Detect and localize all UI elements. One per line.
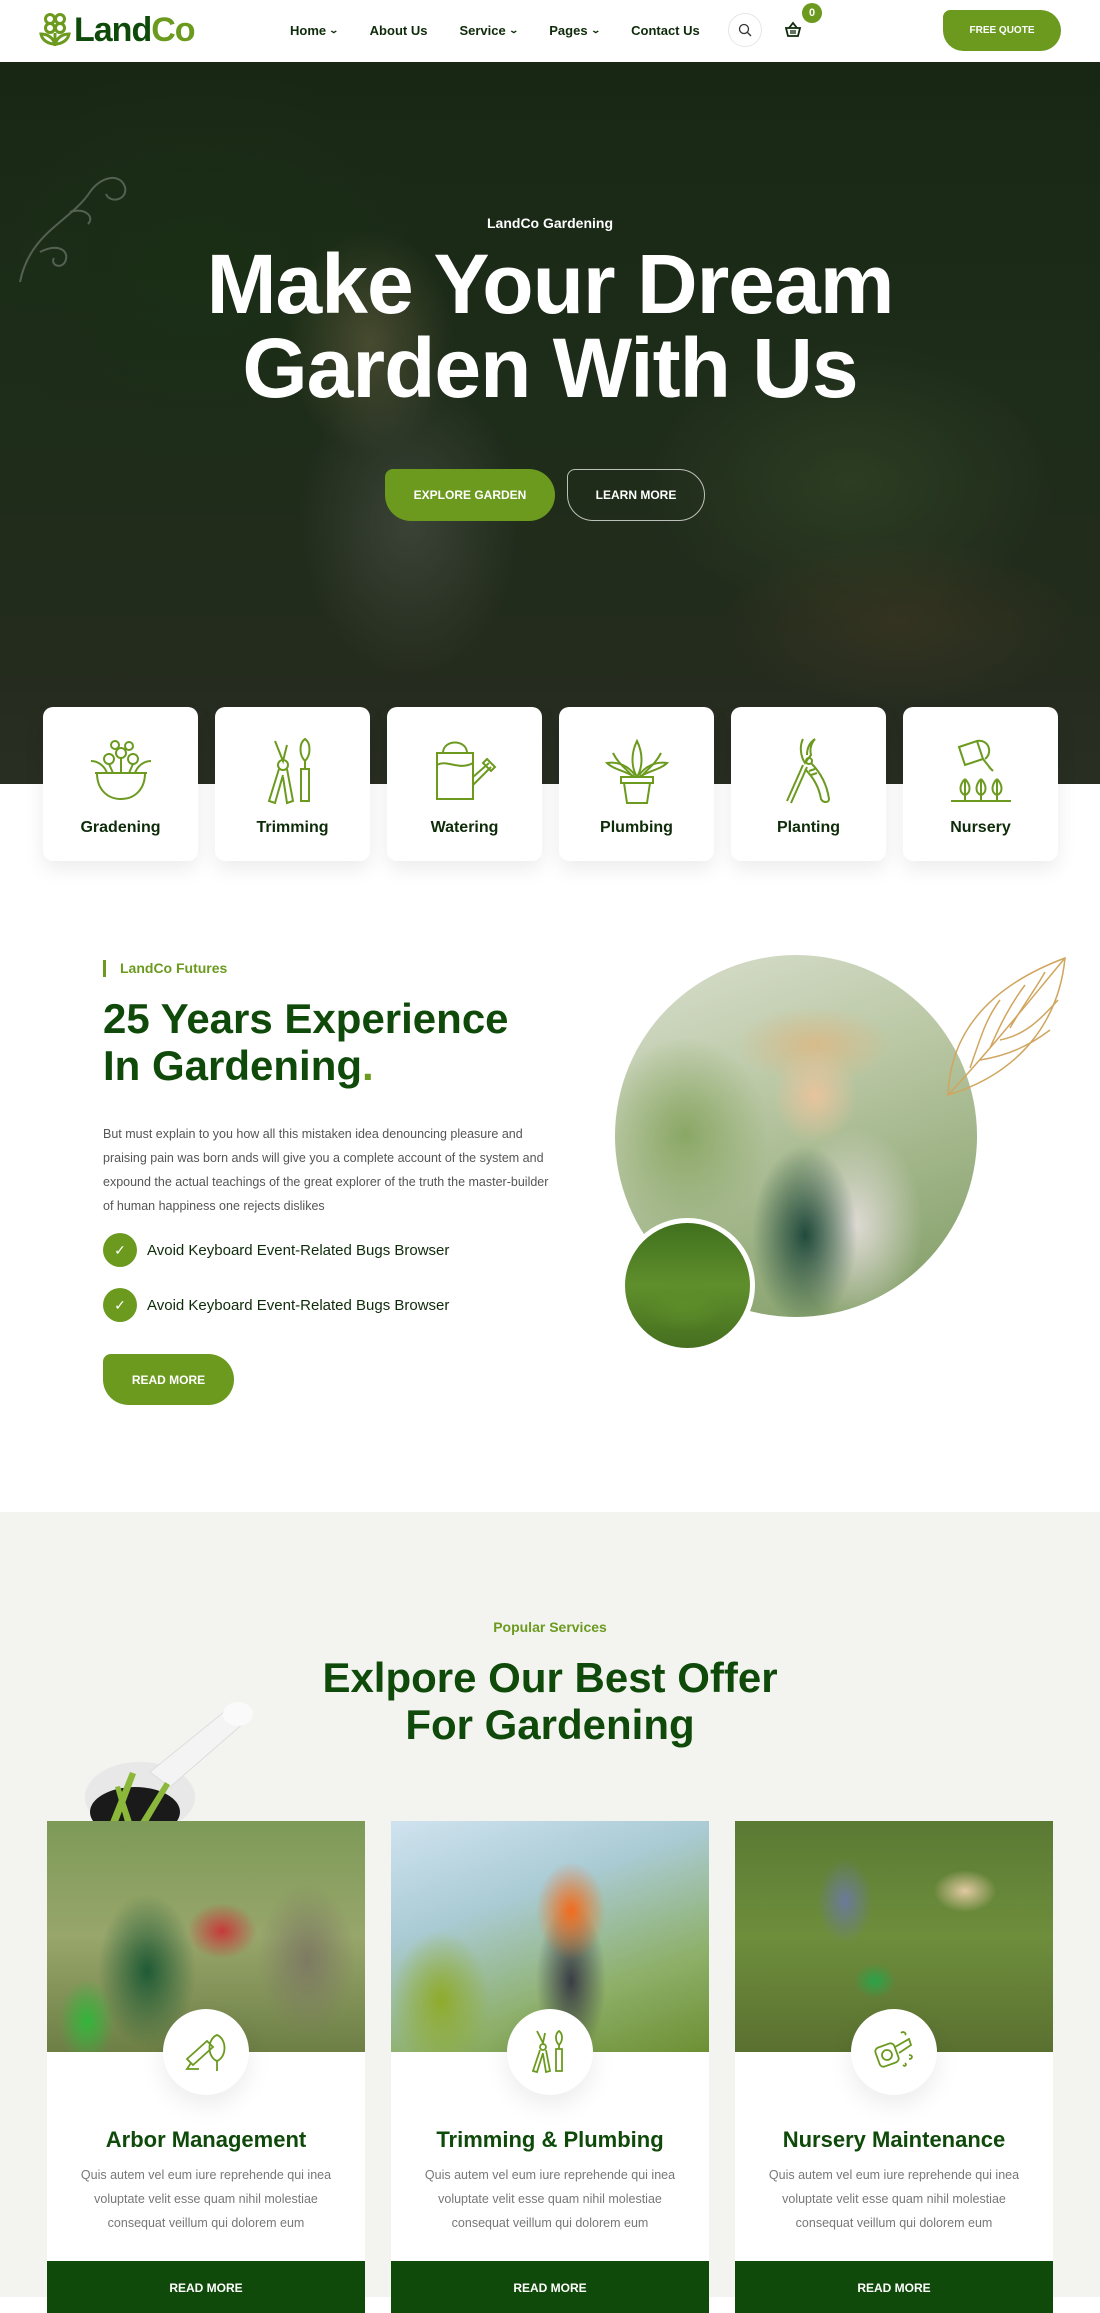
feature-card-planting[interactable]: Planting: [731, 707, 886, 861]
feature-label: Nursery: [950, 819, 1011, 836]
service-card-nursery-maintenance: Nursery Maintenance Quis autem vel eum i…: [735, 1821, 1053, 2313]
chevron-down-icon: ⌄: [590, 25, 601, 35]
service-icon-badge: [507, 2009, 593, 2095]
main-nav: Home ⌄ About Us Service ⌄ Pages ⌄ Contact U…: [290, 23, 732, 38]
potted-plant-icon: [604, 738, 669, 804]
hero-section: LandCo Gardening Make Your Dream Garden W…: [0, 62, 1100, 784]
nav-service[interactable]: Service ⌄: [459, 23, 519, 38]
check-list: ✓ Avoid Keyboard Event-Related Bugs Brow…: [103, 1233, 449, 1343]
service-cards: Arbor Management Quis autem vel eum iure…: [47, 1821, 1053, 2313]
service-card-arbor-management: Arbor Management Quis autem vel eum iure…: [47, 1821, 365, 2313]
nav-contact-us[interactable]: Contact Us: [631, 23, 700, 38]
services-title: Exlpore Our Best Offer For Gardening: [322, 1654, 778, 1748]
feature-label: Gradening: [80, 819, 161, 836]
nav-about-us[interactable]: About Us: [370, 23, 428, 38]
about-paragraph: But must explain to you how all this mis…: [103, 1127, 549, 1213]
hero-buttons: EXPLORE GARDEN LEARN MORE: [385, 469, 705, 521]
feature-label: Watering: [430, 819, 499, 836]
chevron-down-icon: ⌄: [328, 25, 340, 35]
search-button[interactable]: [728, 13, 762, 47]
logo-text: LandCo: [74, 11, 196, 49]
service-title: Arbor Management: [105, 2127, 307, 2152]
service-read-more-button[interactable]: READ MORE: [735, 2261, 1053, 2313]
nav-pages[interactable]: Pages ⌄: [549, 23, 601, 38]
logo[interactable]: LandCo: [38, 11, 196, 49]
pruner-trowel-icon: [531, 2029, 563, 2074]
checkmark-icon: ✓: [103, 1233, 137, 1267]
service-title: Trimming & Plumbing: [436, 2127, 664, 2152]
read-more-button[interactable]: READ MORE: [103, 1354, 234, 1405]
pruner-trowel-icon: [267, 737, 310, 805]
service-card-trimming-plumbing: Trimming & Plumbing Quis autem vel eum i…: [391, 1821, 709, 2313]
flower-logo-icon: [39, 13, 71, 46]
hedge-trimming-photo: [620, 1218, 755, 1353]
service-description: Quis autem vel eum iure reprehende qui i…: [424, 2168, 676, 2230]
service-description: Quis autem vel eum iure reprehende qui i…: [80, 2168, 332, 2230]
watering-can-icon: [435, 741, 496, 800]
service-description: Quis autem vel eum iure reprehende qui i…: [768, 2168, 1020, 2230]
service-read-more-button[interactable]: READ MORE: [391, 2261, 709, 2313]
leaf-outline-icon: [947, 956, 1066, 1097]
hedge-trimmer-icon: [185, 2034, 226, 2071]
flower-pot-icon: [90, 740, 151, 801]
services-section: Popular Services Exlpore Our Best Offer F…: [0, 1512, 1100, 2313]
service-read-more-button[interactable]: READ MORE: [47, 2261, 365, 2313]
feature-card-gradening[interactable]: Gradening: [43, 707, 198, 861]
service-icon-badge: [851, 2009, 937, 2095]
cart-count-badge: 0: [802, 3, 822, 23]
feature-card-watering[interactable]: Watering: [387, 707, 542, 861]
basket-icon[interactable]: [784, 21, 802, 39]
nav-home[interactable]: Home ⌄: [290, 23, 340, 38]
service-title: Nursery Maintenance: [782, 2127, 1006, 2152]
explore-garden-button[interactable]: EXPLORE GARDEN: [385, 469, 555, 521]
service-icon-badge: [163, 2009, 249, 2095]
check-list-item: ✓ Avoid Keyboard Event-Related Bugs Brow…: [103, 1233, 449, 1267]
leaf-blower-icon: [874, 2031, 913, 2068]
feature-cards: Gradening Trimming Watering Plumbing Pla…: [43, 707, 1058, 861]
feature-card-nursery[interactable]: Nursery: [903, 707, 1058, 861]
feature-label: Trimming: [256, 819, 329, 836]
feature-card-plumbing[interactable]: Plumbing: [559, 707, 714, 861]
check-list-item: ✓ Avoid Keyboard Event-Related Bugs Brow…: [103, 1288, 449, 1322]
free-quote-button[interactable]: FREE QUOTE: [943, 10, 1061, 51]
hero-content: LandCo Gardening Make Your Dream Garden W…: [0, 62, 1100, 784]
hero-title: Make Your Dream Garden With Us: [206, 237, 895, 415]
about-eyebrow: LandCo Futures: [103, 960, 227, 977]
hero-eyebrow: LandCo Gardening: [487, 215, 613, 231]
feature-card-trimming[interactable]: Trimming: [215, 707, 370, 861]
watering-trees-icon: [950, 739, 1011, 802]
shears-icon: [785, 738, 830, 804]
feature-label: Plumbing: [600, 819, 673, 836]
learn-more-button[interactable]: LEARN MORE: [567, 469, 705, 521]
services-eyebrow: Popular Services: [493, 1619, 607, 1635]
chevron-down-icon: ⌄: [508, 25, 519, 35]
feature-label: Planting: [776, 819, 841, 836]
site-header: LandCo Home ⌄ About Us Service ⌄ Pages ⌄ Co…: [0, 0, 1100, 62]
about-title: 25 Years Experience In Gardening.: [103, 995, 509, 1089]
search-icon: [738, 23, 752, 37]
checkmark-icon: ✓: [103, 1288, 137, 1322]
